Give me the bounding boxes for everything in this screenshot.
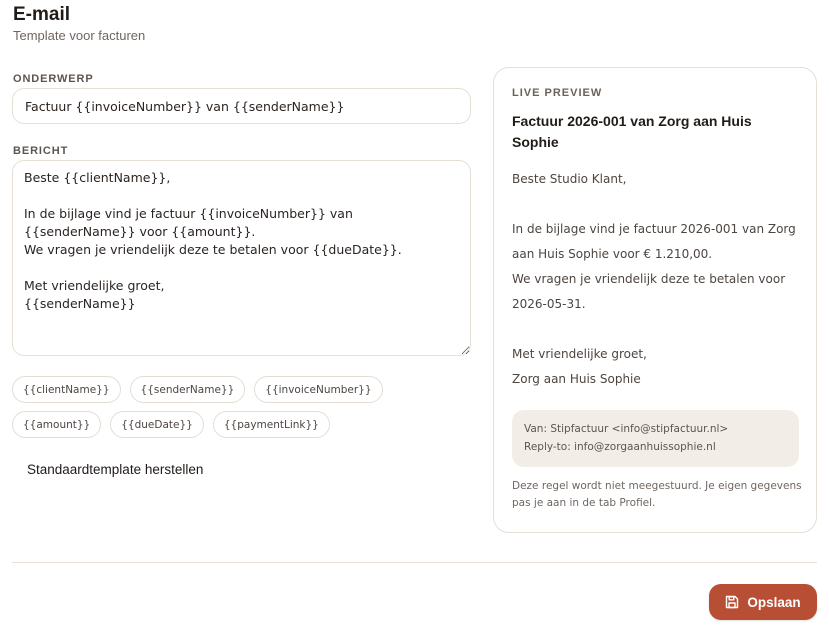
reset-template-button[interactable]: Standaardtemplate herstellen xyxy=(27,462,203,477)
preview-subject: Factuur 2026-001 van Zorg aan Huis Sophi… xyxy=(512,113,752,150)
sender-info-box: Van: Stipfactuur <info@stipfactuur.nl> R… xyxy=(512,410,799,467)
preview-label: LIVE PREVIEW xyxy=(512,87,603,99)
save-icon xyxy=(725,595,739,609)
placeholder-chip-invoicenumber[interactable]: {{invoiceNumber}} xyxy=(254,376,383,403)
placeholder-chip-paymentlink[interactable]: {{paymentLink}} xyxy=(212,411,330,438)
placeholder-chip-duedate[interactable]: {{dueDate}} xyxy=(110,411,204,438)
footer-divider xyxy=(12,562,817,563)
save-button-label: Opslaan xyxy=(747,594,801,610)
save-button[interactable]: Opslaan xyxy=(709,584,817,620)
preview-note: Deze regel wordt niet meegestuurd. Je ei… xyxy=(512,480,802,509)
sender-reply-to: Reply-to: info@zorgaanhuissophie.nl xyxy=(524,441,716,453)
placeholder-chip-clientname[interactable]: {{clientName}} xyxy=(12,376,121,403)
message-textarea[interactable] xyxy=(12,160,471,356)
placeholder-chips: {{clientName}} {{senderName}} {{invoiceN… xyxy=(12,376,472,438)
message-label: BERICHT xyxy=(13,145,69,157)
placeholder-chip-amount[interactable]: {{amount}} xyxy=(12,411,102,438)
page-subtitle: Template voor facturen xyxy=(13,28,146,43)
page-title: E-mail xyxy=(13,4,71,25)
sender-from: Van: Stipfactuur <info@stipfactuur.nl> xyxy=(524,423,729,435)
preview-body: Beste Studio Klant, In de bijlage vind j… xyxy=(512,172,796,386)
subject-input[interactable] xyxy=(12,88,471,124)
live-preview-card: LIVE PREVIEW Factuur 2026-001 van Zorg a… xyxy=(493,67,817,533)
placeholder-chip-sendername[interactable]: {{senderName}} xyxy=(129,376,246,403)
subject-label: ONDERWERP xyxy=(13,73,94,85)
